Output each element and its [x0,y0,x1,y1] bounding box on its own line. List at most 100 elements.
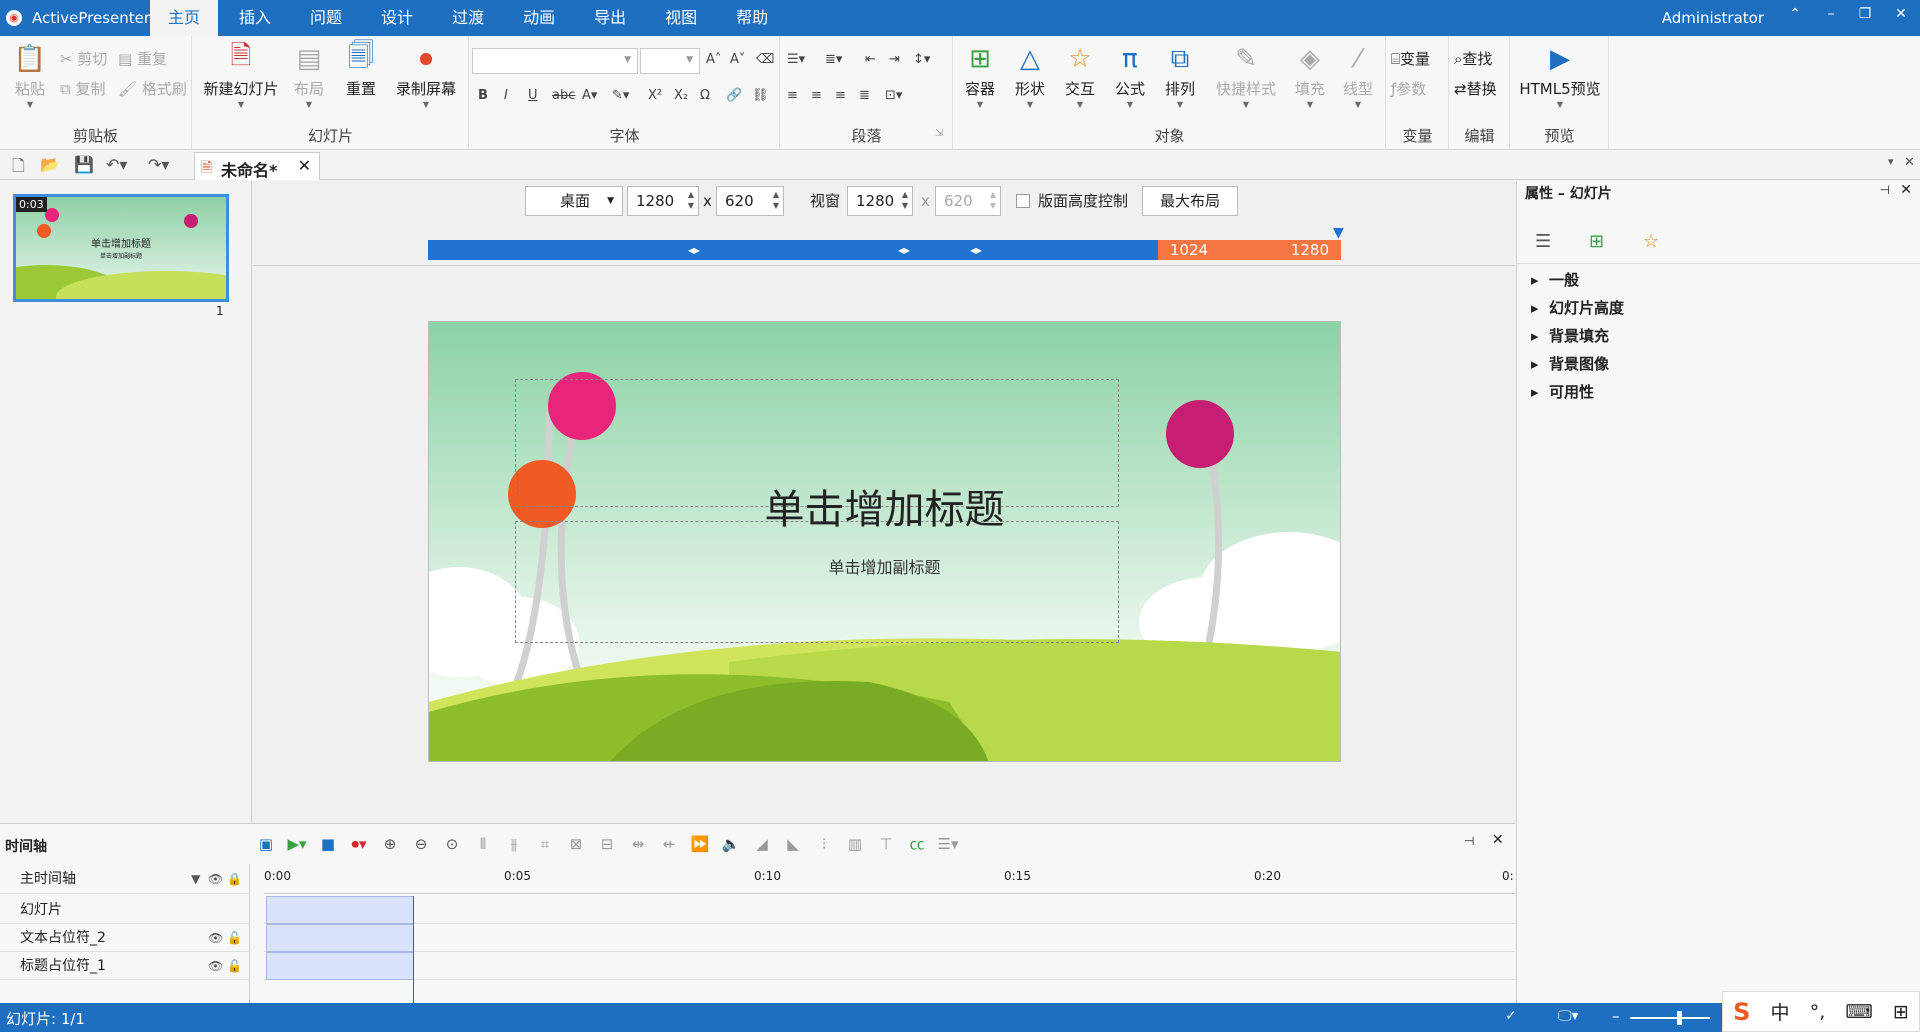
parameter-button[interactable]: ƒ参数 [1391,78,1426,99]
stop-icon[interactable]: ■ [317,833,339,855]
eye-icon[interactable]: 👁 [208,931,223,945]
bullets-icon[interactable]: ☰▾ [787,52,805,67]
section-general[interactable]: ▸ 一般 [1531,269,1579,290]
cut-range-icon[interactable]: ⊠ [565,833,587,855]
redo-icon[interactable]: ↷▾ [148,155,169,174]
layer-row-text-placeholder[interactable]: 文本占位符_2 👁 🔓 [0,924,250,952]
variable-button[interactable]: ⌸变量 [1391,48,1430,69]
align-center-icon[interactable]: ≡ [811,88,822,103]
layout-options-icon[interactable]: ☰▾ [937,833,959,855]
speed-icon[interactable]: ⏩ [689,833,711,855]
zoom-slider[interactable] [1630,1017,1710,1019]
view-mode-icon[interactable]: 🖵▾ [1558,1008,1579,1024]
zoom-out-icon[interactable]: – [1612,1007,1620,1025]
restore-icon[interactable]: ❐ [1850,6,1880,22]
clear-format-icon[interactable]: ⌫ [756,52,774,67]
track-row[interactable] [264,952,1515,980]
crop-icon[interactable]: ⌗ [534,833,556,855]
close-panel-icon[interactable]: ✕ [1904,155,1915,170]
zoom-out-icon[interactable]: ⊖ [410,833,432,855]
replace-button[interactable]: ⇄替换 [1454,78,1497,99]
select-icon[interactable]: ▣ [255,833,277,855]
container-button[interactable]: ⊞ 容器 ▼ [958,44,1002,109]
chevron-down-icon[interactable]: ▼ [191,872,200,886]
tab-home[interactable]: 主页 [150,0,219,36]
slide-thumbnail[interactable]: 0:03 单击增加标题 单击增加副标题 [13,194,229,302]
save-icon[interactable]: 💾 [74,155,94,174]
breakpoint-handle-icon[interactable]: ◂▸ [688,240,700,260]
fill-button[interactable]: ◈ 填充 ▼ [1288,44,1332,109]
closed-caption-icon[interactable]: ㏄ [906,833,928,855]
minimize-icon[interactable]: – [1816,6,1846,22]
subscript-icon[interactable]: X₂ [674,88,688,103]
tab-export[interactable]: 导出 [576,0,644,36]
copy-button[interactable]: ⧉ 复制 [60,78,106,99]
title-placeholder-clip[interactable] [266,952,414,980]
grow-font-icon[interactable]: A˄ [706,52,721,67]
layer-row-title-placeholder[interactable]: 标题占位符_1 👁 🔓 [0,952,250,980]
split-icon[interactable]: ⇹ [627,833,649,855]
justify-icon[interactable]: ≣ [859,88,870,103]
close-properties-icon[interactable]: ✕ [1900,182,1912,198]
decrease-indent-icon[interactable]: ⇤ [865,52,876,67]
close-icon[interactable]: ✕ [1886,6,1916,22]
breakpoint-marker-icon[interactable]: ▼ [1333,225,1344,241]
viewport-width-input[interactable]: 1280 ▲ ▼ [847,186,913,216]
timeline-ruler[interactable]: 0:00 0:05 0:10 0:15 0:20 0: [264,864,1515,894]
main-timeline-select[interactable]: 主时间轴 ▼ 👁 🔒 [0,864,250,894]
height-input[interactable]: 620 ▲ ▼ [716,186,784,216]
arrange-button[interactable]: ⧉ 排列 ▼ [1158,44,1202,110]
track-row[interactable] [264,896,1515,924]
find-button[interactable]: ⌕查找 [1454,48,1492,69]
play-icon[interactable]: ▶▾ [286,833,308,855]
insert-time-icon[interactable]: ⫴ [472,833,494,855]
eye-icon[interactable]: 👁 [208,959,223,973]
grid-menu-icon[interactable]: ⊞ [1893,1001,1909,1023]
spell-check-icon[interactable]: ✓ [1505,1008,1517,1024]
unlock-icon[interactable]: 🔓 [227,931,242,945]
width-input[interactable]: 1280 ▲ ▼ [627,186,699,216]
user-name[interactable]: Administrator [1662,9,1764,27]
volume-icon[interactable]: 🔈 [720,833,742,855]
interaction-button[interactable]: ☆ 交互 ▼ [1058,44,1102,109]
increase-indent-icon[interactable]: ⇥ [889,52,900,67]
animation-tab-icon[interactable]: ☆ [1643,231,1659,252]
breakpoint-bar[interactable]: ◂▸ ◂▸ ◂▸ 1024 1280 [428,240,1341,260]
align-left-icon[interactable]: ≡ [787,88,798,103]
line-style-button[interactable]: ⁄ 线型 ▼ [1336,44,1380,109]
section-slide-height[interactable]: ▸ 幻灯片高度 [1531,297,1624,318]
layer-row-slide[interactable]: 幻灯片 [0,896,250,924]
html5-preview-button[interactable]: ▶ HTML5预览 ▼ [1515,44,1605,109]
font-size-select[interactable]: ▼ [640,48,700,74]
shape-button[interactable]: △ 形状 ▼ [1008,44,1052,109]
unlock-icon[interactable]: 🔓 [227,959,242,973]
tab-animations[interactable]: 动画 [505,0,573,36]
spinner-icon[interactable]: ▲ ▼ [688,189,694,211]
height-control-checkbox[interactable] [1016,194,1030,208]
section-background-fill[interactable]: ▸ 背景填充 [1531,325,1609,346]
tab-questions[interactable]: 问题 [292,0,360,36]
marker-icon[interactable]: ⊤ [875,833,897,855]
delete-time-icon[interactable]: ⫵ [503,833,525,855]
sogou-logo-icon[interactable]: S [1733,998,1750,1026]
keyboard-icon[interactable]: ⌨ [1845,1001,1872,1023]
fade-out-icon[interactable]: ◣ [782,833,804,855]
close-timeline-icon[interactable]: ✕ [1492,832,1504,848]
eye-icon[interactable]: 👁 [208,872,223,886]
active-breakpoint[interactable]: 1024 1280 [1158,240,1341,260]
tab-transitions[interactable]: 过渡 [434,0,502,36]
fade-in-icon[interactable]: ◢ [751,833,773,855]
lock-icon[interactable]: 🔒 [227,872,242,886]
subtitle-placeholder[interactable] [515,521,1119,643]
properties-tab-icon[interactable]: ☰ [1535,231,1551,252]
track-row[interactable] [264,924,1515,952]
highlight-icon[interactable]: ✎▾ [612,88,629,103]
text-placeholder-clip[interactable] [266,924,414,952]
slide-subtitle[interactable]: 单击增加副标题 [429,554,1340,578]
bold-icon[interactable]: B [478,88,488,103]
equation-button[interactable]: π 公式 ▼ [1108,44,1152,109]
waveform-icon[interactable]: ▥ [844,833,866,855]
new-slide-button[interactable]: 🗎 新建幻灯片 ▼ [199,41,283,109]
underline-icon[interactable]: U [528,88,538,103]
numbering-icon[interactable]: ≣▾ [825,52,842,67]
